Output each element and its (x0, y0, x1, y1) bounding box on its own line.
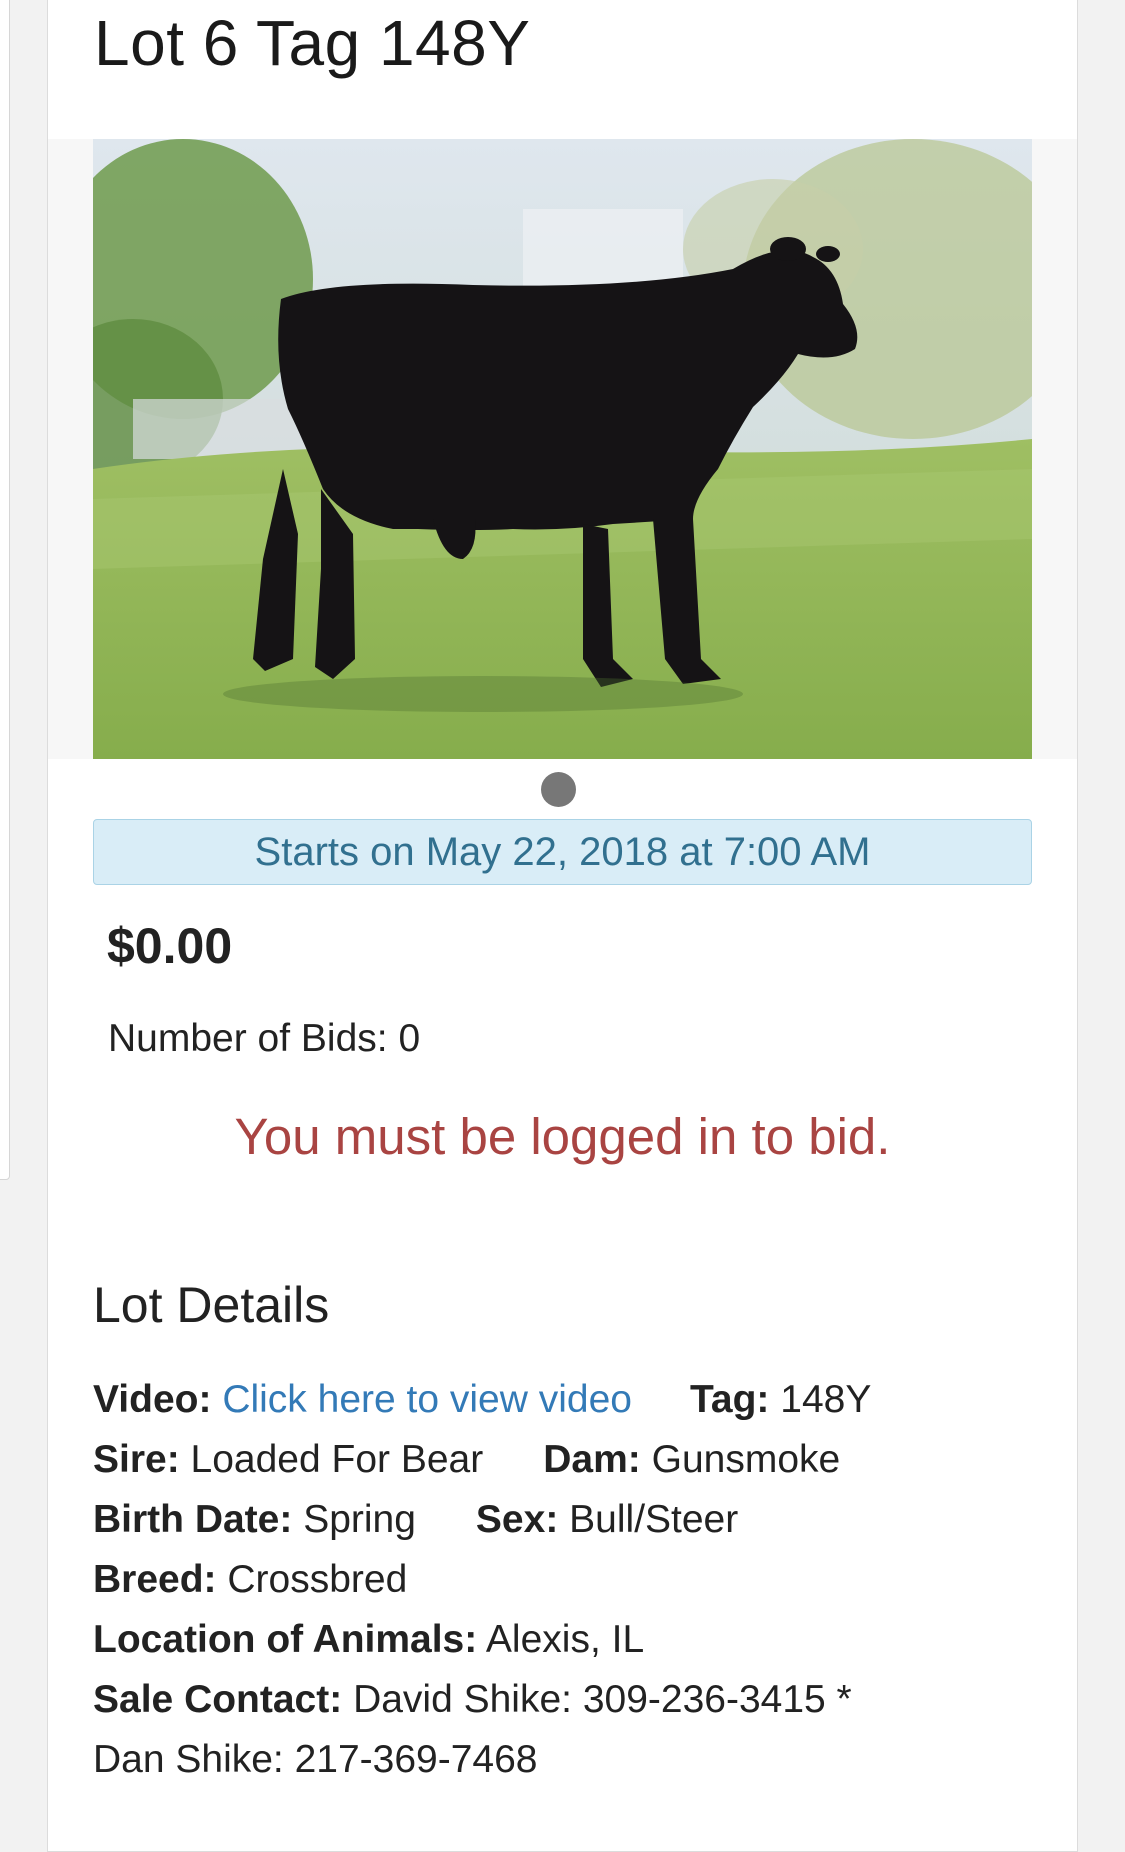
dam-value: Gunsmoke (651, 1438, 841, 1481)
breed-value: Crossbred (227, 1558, 408, 1601)
sex-label: Sex: (475, 1498, 559, 1541)
video-label: Video: (93, 1378, 212, 1421)
details-row-sire-dam: Sire: Loaded For Bear Dam: Gunsmoke (93, 1430, 871, 1490)
start-time-notice: Starts on May 22, 2018 at 7:00 AM (93, 819, 1032, 885)
details-row-birth-sex: Birth Date: Spring Sex: Bull/Steer (93, 1490, 871, 1550)
bid-count: Number of Bids: 0 (108, 1017, 420, 1061)
sire-value: Loaded For Bear (190, 1438, 484, 1481)
tag-label: Tag: (689, 1378, 770, 1421)
sex-value: Bull/Steer (569, 1498, 739, 1541)
sale-contact-value-2: Dan Shike: 217-369-7468 (93, 1738, 538, 1781)
details-row-location: Location of Animals: Alexis, IL (93, 1610, 871, 1670)
sire-label: Sire: (93, 1438, 180, 1481)
cattle-photo-illustration (93, 139, 1032, 759)
lot-photo[interactable] (93, 139, 1032, 759)
sale-contact-value-1: David Shike: 309-236-3415 * (353, 1678, 852, 1721)
breed-label: Breed: (93, 1558, 217, 1601)
lot-details-heading: Lot Details (93, 1277, 330, 1333)
adjacent-card (0, 0, 10, 1180)
details-row-video-tag: Video: Click here to view video Tag: 148Y (93, 1370, 871, 1430)
details-row-contact: Sale Contact: David Shike: 309-236-3415 … (93, 1670, 871, 1730)
dam-label: Dam: (543, 1438, 641, 1481)
lot-details: Video: Click here to view video Tag: 148Y… (93, 1370, 871, 1790)
bid-count-value: 0 (398, 1017, 421, 1060)
details-row-breed: Breed: Crossbred (93, 1550, 871, 1610)
tag-value: 148Y (780, 1378, 872, 1421)
lot-title: Lot 6 Tag 148Y (94, 7, 531, 79)
details-row-contact-2: Dan Shike: 217-369-7468 (93, 1730, 871, 1790)
bid-count-label: Number of Bids: (108, 1017, 388, 1060)
current-price: $0.00 (107, 918, 233, 974)
birth-date-value: Spring (303, 1498, 416, 1541)
location-value: Alexis, IL (485, 1618, 645, 1661)
carousel-indicator[interactable] (541, 772, 576, 807)
sale-contact-label: Sale Contact: (93, 1678, 343, 1721)
login-required-message: You must be logged in to bid. (234, 1108, 891, 1165)
view-video-link[interactable]: Click here to view video (222, 1378, 632, 1421)
birth-date-label: Birth Date: (93, 1498, 293, 1541)
location-label: Location of Animals: (93, 1618, 478, 1661)
